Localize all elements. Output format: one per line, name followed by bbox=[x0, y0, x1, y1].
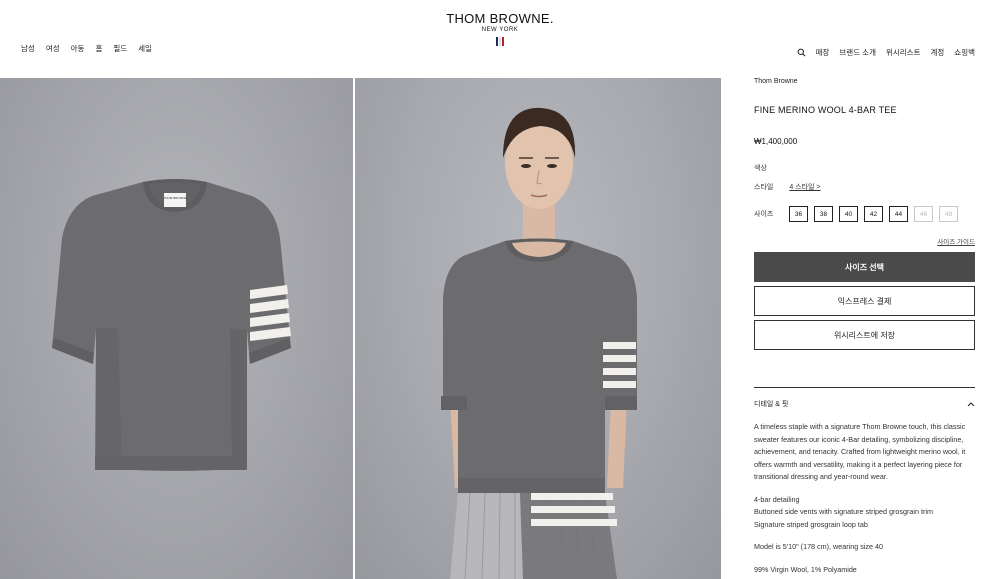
site-header: THOM BROWNE. NEW YORK 남성 여성 아동 홈 필드 세일 매… bbox=[0, 0, 1000, 78]
feature-item: Signature striped grosgrain loop tab bbox=[754, 519, 868, 529]
size-option-36[interactable]: 36 bbox=[789, 206, 808, 222]
size-option-42[interactable]: 42 bbox=[864, 206, 883, 222]
nav-item-women[interactable]: 여성 bbox=[46, 43, 60, 54]
product-image-model[interactable] bbox=[355, 78, 721, 579]
size-guide-link[interactable]: 사이즈 가이드 bbox=[937, 236, 975, 246]
select-size-button[interactable]: 사이즈 선택 bbox=[754, 252, 975, 282]
style-selector: 스타일 4 스타일 > bbox=[754, 182, 821, 192]
product-brand: Thom Browne bbox=[754, 78, 798, 85]
details-title: 디테일 & 핏 bbox=[754, 401, 789, 408]
brand-logo[interactable]: THOM BROWNE. NEW YORK bbox=[0, 11, 1000, 46]
svg-text:THOM BROWNE: THOM BROWNE bbox=[163, 196, 186, 200]
model-info: Model is 5'10" (178 cm), wearing size 40 bbox=[754, 542, 883, 551]
logo-wordmark: THOM BROWNE. bbox=[446, 11, 554, 26]
size-selector: 사이즈 36 38 40 42 44 46 48 bbox=[754, 206, 964, 222]
size-option-38[interactable]: 38 bbox=[814, 206, 833, 222]
nav-item-about[interactable]: 브랜드 소개 bbox=[839, 47, 876, 58]
sweater-flat-illustration: THOM BROWNE bbox=[52, 179, 291, 471]
express-checkout-button[interactable]: 익스프레스 결제 bbox=[754, 286, 975, 316]
composition: 99% Virgin Wool, 1% Polyamide bbox=[754, 564, 857, 574]
size-option-44[interactable]: 44 bbox=[889, 206, 908, 222]
details-accordion-header[interactable]: 디테일 & 핏 bbox=[754, 399, 975, 409]
logo-subtitle: NEW YORK bbox=[481, 27, 519, 33]
nav-item-stores[interactable]: 매장 bbox=[816, 47, 830, 58]
product-title: FINE MERINO WOOL 4-BAR TEE bbox=[754, 105, 897, 115]
nav-item-kids[interactable]: 아동 bbox=[71, 43, 85, 54]
utility-nav: 매장 브랜드 소개 위시리스트 계정 쇼핑백 bbox=[797, 47, 975, 58]
product-price: ₩1,400,000 bbox=[754, 137, 798, 146]
size-option-48[interactable]: 48 bbox=[939, 206, 958, 222]
nav-item-men[interactable]: 남성 bbox=[21, 43, 35, 54]
chevron-up-icon bbox=[967, 402, 975, 407]
nav-item-account[interactable]: 계정 bbox=[930, 47, 944, 58]
size-label: 사이즈 bbox=[754, 211, 774, 218]
product-description: A timeless staple with a signature Thom … bbox=[754, 422, 966, 481]
nav-item-wishlist[interactable]: 위시리스트 bbox=[886, 47, 921, 58]
feature-item: 4-bar detailing bbox=[754, 494, 800, 504]
nav-item-sale[interactable]: 세일 bbox=[138, 43, 152, 54]
nav-item-home[interactable]: 홈 bbox=[95, 43, 102, 54]
product-image-flat[interactable]: THOM BROWNE bbox=[0, 78, 353, 579]
nav-item-field[interactable]: 필드 bbox=[113, 43, 127, 54]
style-label: 스타일 bbox=[754, 184, 774, 191]
main-nav: 남성 여성 아동 홈 필드 세일 bbox=[21, 43, 152, 54]
color-label: 색상 bbox=[754, 165, 767, 172]
feature-list: 4-bar detailing Buttoned side vents with… bbox=[754, 494, 975, 532]
style-link[interactable]: 4 스타일 > bbox=[789, 182, 820, 192]
search-icon[interactable] bbox=[797, 48, 806, 57]
add-to-wishlist-button[interactable]: 위시리스트에 저장 bbox=[754, 320, 975, 350]
model-illustration bbox=[441, 107, 637, 579]
details-divider bbox=[754, 387, 975, 388]
size-option-40[interactable]: 40 bbox=[839, 206, 858, 222]
nav-item-shopping-bag[interactable]: 쇼핑백 bbox=[954, 47, 975, 58]
size-option-46[interactable]: 46 bbox=[914, 206, 933, 222]
details-content: A timeless staple with a signature Thom … bbox=[754, 421, 975, 579]
feature-item: Buttoned side vents with signature strip… bbox=[754, 507, 933, 516]
